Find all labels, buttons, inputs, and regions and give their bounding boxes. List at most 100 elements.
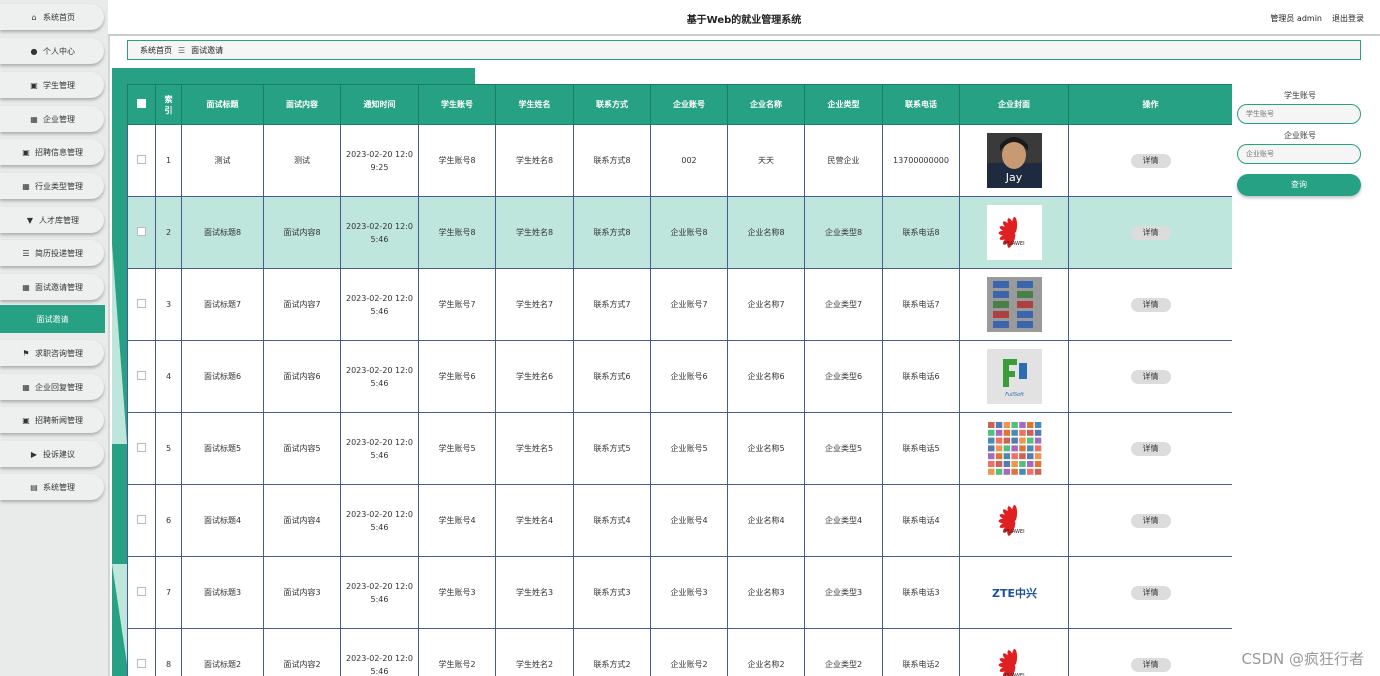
clipboard-icon: ▣ bbox=[22, 415, 30, 425]
breadcrumb-current: 面试邀请 bbox=[191, 45, 224, 55]
cell-index: 7 bbox=[155, 556, 182, 629]
table-row[interactable]: 3 面试标题7 面试内容7 2023-02-20 12:05:46 学生账号7 学生姓名7… bbox=[127, 268, 1232, 341]
detail-button[interactable]: 详情 bbox=[1130, 585, 1171, 600]
row-checkbox[interactable] bbox=[137, 587, 146, 596]
list-icon: ☰ bbox=[22, 248, 30, 258]
app-title: 基于Web的就业管理系统 bbox=[686, 15, 802, 26]
sidebar-item-label: 投诉建议 bbox=[43, 449, 75, 459]
column-header: 操作 bbox=[1068, 84, 1232, 125]
cell-company-account: 企业账号6 bbox=[650, 340, 728, 413]
sidebar-item-1[interactable]: ● 个人中心 bbox=[0, 38, 104, 64]
company-cover-image: Jay bbox=[986, 133, 1042, 188]
sidebar-item-4[interactable]: ▣ 招聘信息管理 bbox=[0, 139, 104, 165]
row-checkbox[interactable] bbox=[137, 443, 146, 452]
interview-table-container: 索引 面试标题 面试内容 通知时间 学生账号 学生姓名 联系方式 企业账号 企业名称 企业类型 联系… bbox=[127, 84, 1232, 676]
sidebar-item-label: 招聘信息管理 bbox=[35, 147, 83, 157]
student-account-input[interactable] bbox=[1237, 104, 1361, 124]
interview-table: 索引 面试标题 面试内容 通知时间 学生账号 学生姓名 联系方式 企业账号 企业名称 企业类型 联系… bbox=[127, 84, 1232, 676]
row-checkbox[interactable] bbox=[137, 515, 146, 524]
cell-company-type: 企业类型7 bbox=[804, 268, 883, 341]
cell-content: 面试内容4 bbox=[263, 484, 341, 557]
row-checkbox[interactable] bbox=[137, 227, 146, 236]
sidebar-item-9[interactable]: 面试邀请 bbox=[0, 305, 105, 333]
detail-button[interactable]: 详情 bbox=[1130, 225, 1171, 240]
column-header: 学生账号 bbox=[418, 84, 496, 125]
row-checkbox[interactable] bbox=[137, 371, 146, 380]
row-select-cell bbox=[127, 268, 156, 341]
breadcrumb-home[interactable]: 系统首页 bbox=[140, 45, 172, 56]
cell-index: 2 bbox=[155, 196, 182, 269]
detail-button[interactable]: 详情 bbox=[1130, 657, 1171, 672]
cell-title: 面试标题2 bbox=[181, 628, 264, 676]
database-icon: ▤ bbox=[30, 482, 38, 492]
sidebar-item-3[interactable]: ▦ 企业管理 bbox=[0, 106, 104, 132]
detail-button[interactable]: 详情 bbox=[1130, 441, 1171, 456]
cell-company-type: 企业类型6 bbox=[804, 340, 883, 413]
row-select-cell bbox=[127, 484, 156, 557]
column-header: 面试内容 bbox=[263, 84, 341, 125]
sidebar-item-6[interactable]: ▼ 人才库管理 bbox=[0, 207, 104, 233]
logout-link[interactable]: 退出登录 bbox=[1332, 13, 1364, 24]
sidebar-item-13[interactable]: ▶ 投诉建议 bbox=[0, 441, 104, 467]
company-cover-image: HUAWEI bbox=[986, 205, 1042, 260]
cell-contact: 联系方式6 bbox=[573, 340, 651, 413]
sidebar: ⌂ 系统首页 ● 个人中心 ▣ 学生管理 ▦ 企业管理 ▣ 招聘信息管理 ▦ 行业类型管理 ▼ 人才库管理… bbox=[0, 0, 110, 676]
cell-company-type: 企业类型8 bbox=[804, 196, 883, 269]
sidebar-item-0[interactable]: ⌂ 系统首页 bbox=[0, 4, 104, 30]
table-row[interactable]: 5 面试标题5 面试内容5 2023-02-20 12:05:46 学生账号5 学生姓名5… bbox=[127, 412, 1232, 485]
cell-student-account: 学生账号7 bbox=[418, 268, 496, 341]
sidebar-item-label: 企业管理 bbox=[43, 114, 75, 124]
decorative-bar bbox=[112, 68, 475, 84]
decorative-side-strip bbox=[112, 84, 127, 676]
cell-student-name: 学生姓名2 bbox=[495, 628, 574, 676]
table-row[interactable]: 7 面试标题3 面试内容3 2023-02-20 12:05:46 学生账号3 学生姓名3… bbox=[127, 556, 1232, 629]
row-select-cell bbox=[127, 412, 156, 485]
sidebar-item-10[interactable]: ⚑ 求职咨询管理 bbox=[0, 340, 104, 366]
sidebar-item-5[interactable]: ▦ 行业类型管理 bbox=[0, 173, 104, 199]
cell-time: 2023-02-20 12:05:46 bbox=[340, 412, 419, 485]
sidebar-item-label: 学生管理 bbox=[43, 80, 75, 90]
table-row[interactable]: 6 面试标题4 面试内容4 2023-02-20 12:05:46 学生账号4 学生姓名4… bbox=[127, 484, 1232, 557]
table-row[interactable]: 2 面试标题8 面试内容8 2023-02-20 12:05:46 学生账号8 学生姓名8… bbox=[127, 196, 1232, 269]
company-cover-image: ZTE中兴 bbox=[986, 565, 1042, 620]
sidebar-item-8[interactable]: ▦ 面试邀请管理 bbox=[0, 274, 104, 300]
detail-button[interactable]: 详情 bbox=[1130, 153, 1171, 168]
cell-actions: 详情 bbox=[1068, 556, 1232, 629]
cell-time: 2023-02-20 12:05:46 bbox=[340, 556, 419, 629]
cell-phone: 联系电话2 bbox=[882, 628, 960, 676]
detail-button[interactable]: 详情 bbox=[1130, 513, 1171, 528]
cell-phone: 联系电话4 bbox=[882, 484, 960, 557]
grid-icon: ▦ bbox=[22, 382, 30, 392]
cell-contact: 联系方式8 bbox=[573, 124, 651, 197]
cell-title: 面试标题3 bbox=[181, 556, 264, 629]
detail-button[interactable]: 详情 bbox=[1130, 297, 1171, 312]
search-button[interactable]: 查询 bbox=[1237, 174, 1361, 196]
detail-button[interactable]: 详情 bbox=[1130, 369, 1171, 384]
select-all-header bbox=[127, 84, 156, 125]
row-checkbox[interactable] bbox=[137, 659, 146, 668]
sidebar-item-12[interactable]: ▣ 招聘新闻管理 bbox=[0, 407, 104, 433]
row-checkbox[interactable] bbox=[137, 299, 146, 308]
company-cover-image: HUAWEI bbox=[986, 493, 1042, 548]
cell-company-account: 002 bbox=[650, 124, 728, 197]
company-cover-image: HUAWEI bbox=[986, 637, 1042, 676]
cell-contact: 联系方式2 bbox=[573, 628, 651, 676]
company-account-input[interactable] bbox=[1237, 144, 1361, 164]
row-checkbox[interactable] bbox=[137, 155, 146, 164]
column-header: 学生姓名 bbox=[495, 84, 574, 125]
sidebar-item-14[interactable]: ▤ 系统管理 bbox=[0, 474, 104, 500]
column-header: 企业类型 bbox=[804, 84, 883, 125]
sidebar-item-7[interactable]: ☰ 简历投递管理 bbox=[0, 240, 104, 266]
sidebar-item-11[interactable]: ▦ 企业回复管理 bbox=[0, 374, 104, 400]
home-icon: ⌂ bbox=[31, 12, 37, 22]
sidebar-item-2[interactable]: ▣ 学生管理 bbox=[0, 72, 104, 98]
cell-company-account: 企业账号3 bbox=[650, 556, 728, 629]
table-row[interactable]: 4 面试标题6 面试内容6 2023-02-20 12:05:46 学生账号6 学生姓名6… bbox=[127, 340, 1232, 413]
select-all-checkbox[interactable] bbox=[137, 99, 146, 108]
cell-title: 面试标题7 bbox=[181, 268, 264, 341]
table-row[interactable]: 8 面试标题2 面试内容2 2023-02-20 12:05:46 学生账号2 学生姓名2… bbox=[127, 628, 1232, 676]
company-cover-image bbox=[986, 277, 1042, 332]
cell-contact: 联系方式7 bbox=[573, 268, 651, 341]
cell-company-account: 企业账号5 bbox=[650, 412, 728, 485]
table-row[interactable]: 1 测试 测试 2023-02-20 12:09:25 学生账号8 学生姓名8 联系方式8 0… bbox=[127, 124, 1232, 197]
